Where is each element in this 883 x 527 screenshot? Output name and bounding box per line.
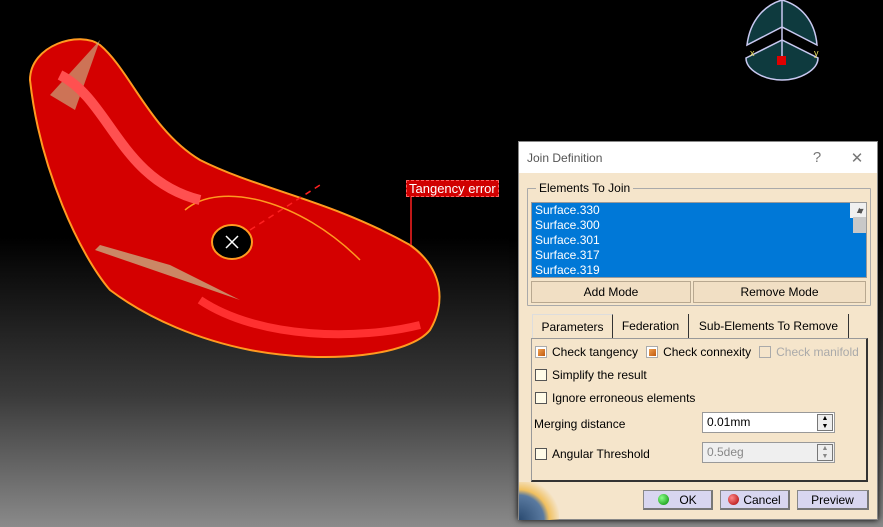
ok-icon bbox=[658, 494, 670, 505]
list-item[interactable]: Surface.317 bbox=[532, 248, 866, 263]
scroll-down-icon[interactable]: ▼ bbox=[853, 204, 869, 218]
dialog-title: Join Definition bbox=[527, 150, 603, 165]
tab-parameters[interactable]: Parameters bbox=[532, 314, 613, 338]
list-scrollbar[interactable]: ▲ ▼ bbox=[850, 203, 869, 233]
close-button[interactable]: ✕ bbox=[837, 149, 877, 167]
elements-list[interactable]: Surface.330 Surface.300 Surface.301 Surf… bbox=[531, 202, 867, 278]
merging-distance-label: Merging distance bbox=[534, 417, 626, 431]
list-item[interactable]: Surface.319 bbox=[532, 263, 866, 278]
check-tangency-checkbox[interactable] bbox=[535, 346, 547, 358]
part-model[interactable] bbox=[28, 38, 441, 358]
merging-distance-value: 0.01mm bbox=[707, 415, 751, 429]
cancel-label: Cancel bbox=[743, 493, 781, 507]
add-mode-button[interactable]: Add Mode bbox=[531, 281, 691, 303]
ok-label: OK bbox=[679, 493, 697, 507]
list-item[interactable]: Surface.300 bbox=[532, 218, 866, 233]
preview-button[interactable]: Preview bbox=[797, 490, 869, 510]
catia-logo bbox=[519, 482, 559, 520]
angular-threshold-label: Angular Threshold bbox=[552, 447, 650, 461]
tangency-error-annotation: Tangency error bbox=[406, 180, 499, 197]
help-button[interactable]: ? bbox=[797, 149, 837, 166]
check-manifold-checkbox bbox=[759, 346, 772, 358]
dialog-titlebar[interactable]: Join Definition ? ✕ bbox=[519, 142, 877, 173]
tab-sub-elements-to-remove[interactable]: Sub-Elements To Remove bbox=[689, 314, 849, 338]
merging-distance-input[interactable]: 0.01mm ▲ ▼ bbox=[702, 412, 835, 433]
compass-y-label: y bbox=[814, 48, 819, 58]
elements-group-label: Elements To Join bbox=[536, 181, 634, 195]
scroll-thumb[interactable] bbox=[853, 217, 866, 233]
simplify-checkbox[interactable] bbox=[535, 369, 547, 381]
check-connexity-checkbox[interactable] bbox=[646, 346, 659, 358]
simplify-label: Simplify the result bbox=[552, 368, 647, 382]
ignore-erroneous-checkbox[interactable] bbox=[535, 392, 547, 404]
list-item[interactable]: Surface.301 bbox=[532, 233, 866, 248]
check-connexity-label: Check connexity bbox=[663, 345, 752, 359]
cancel-icon bbox=[728, 494, 740, 505]
tab-federation[interactable]: Federation bbox=[613, 314, 689, 338]
angular-threshold-checkbox[interactable] bbox=[535, 448, 547, 460]
compass-x-label: x bbox=[750, 48, 755, 58]
spinner-arrows-icon[interactable]: ▲ ▼ bbox=[817, 414, 833, 431]
check-tangency-label: Check tangency bbox=[552, 345, 639, 359]
ignore-erroneous-label: Ignore erroneous elements bbox=[552, 391, 696, 405]
remove-mode-button[interactable]: Remove Mode bbox=[693, 281, 866, 303]
compass-icon[interactable] bbox=[745, 0, 819, 81]
check-manifold-label: Check manifold bbox=[776, 345, 859, 359]
list-item[interactable]: Surface.330 bbox=[532, 203, 866, 218]
spinner-arrows-icon: ▲ ▼ bbox=[817, 444, 833, 461]
angular-threshold-input: 0.5deg ▲ ▼ bbox=[702, 442, 835, 463]
cancel-button[interactable]: Cancel bbox=[720, 490, 790, 510]
join-definition-dialog: Join Definition ? ✕ Elements To Join Sur… bbox=[518, 141, 878, 520]
ok-button[interactable]: OK bbox=[643, 490, 713, 510]
angular-threshold-value: 0.5deg bbox=[707, 445, 744, 459]
